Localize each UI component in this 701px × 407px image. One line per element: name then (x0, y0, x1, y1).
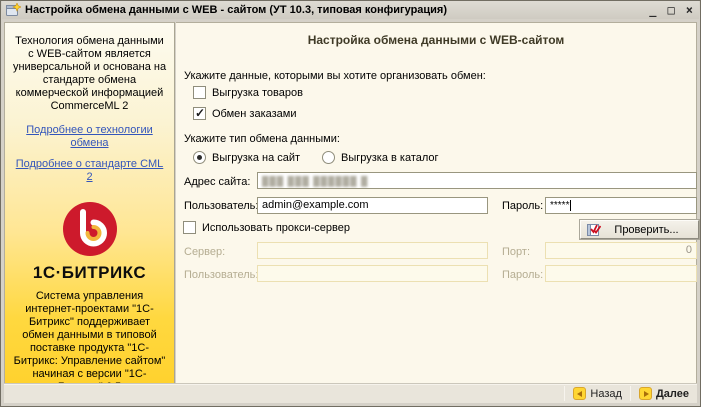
checkbox-icon[interactable] (193, 86, 206, 99)
checkbox-icon[interactable] (183, 221, 196, 234)
wizard-footer: Назад Далее (4, 383, 697, 403)
password-input[interactable]: ***** (545, 197, 697, 214)
proxy-user-label: Пользователь: (184, 269, 258, 281)
back-button-label: Назад (590, 388, 622, 400)
link-cml-standard[interactable]: Подробнее о стандарте CML 2 (12, 158, 167, 184)
arrow-left-icon (573, 387, 586, 400)
check-connection-button[interactable]: Проверить... (580, 220, 699, 239)
check-marks-icon (587, 223, 601, 236)
text-caret (570, 200, 571, 211)
checkbox-use-proxy[interactable]: Использовать прокси-сервер (183, 221, 350, 234)
checkbox-order-exchange[interactable]: Обмен заказами (193, 107, 297, 120)
minimize-icon[interactable]: _ (649, 4, 656, 16)
user-label: Пользователь: (184, 200, 258, 212)
footer-separator (564, 386, 565, 401)
window-title: Настройка обмена данными с WEB - сайтом … (25, 4, 649, 16)
sidebar-intro-text: Технология обмена данными с WEB-сайтом я… (12, 35, 167, 113)
bitrix-logo-icon (61, 200, 119, 258)
proxy-port-label: Порт: (502, 246, 530, 258)
checkbox-label: Использовать прокси-сервер (202, 222, 350, 234)
site-address-input[interactable]: ███ ███ ██████ █ (257, 172, 697, 189)
proxy-server-label: Сервер: (184, 246, 225, 258)
bitrix-logo: 1С·БИТРИКС (12, 200, 167, 279)
exchange-data-label: Укажите данные, которыми вы хотите орган… (184, 70, 486, 82)
radio-icon[interactable] (193, 151, 206, 164)
checkbox-label: Обмен заказами (212, 108, 297, 120)
title-bar[interactable]: Настройка обмена данными с WEB - сайтом … (2, 1, 699, 19)
sidebar-panel: Технология обмена данными с WEB-сайтом я… (4, 22, 175, 385)
page-title: Настройка обмена данными с WEB-сайтом (176, 33, 696, 47)
next-button-label: Далее (656, 388, 689, 400)
maximize-icon[interactable]: □ (668, 4, 675, 16)
checkbox-label: Выгрузка товаров (212, 87, 303, 99)
arrow-right-icon (639, 387, 652, 400)
radio-icon[interactable] (322, 151, 335, 164)
footer-separator (630, 386, 631, 401)
checkbox-icon[interactable] (193, 107, 206, 120)
radio-label: Выгрузка на сайт (212, 152, 300, 164)
sidebar-about-text: Система управления интернет-проектами "1… (12, 290, 167, 385)
proxy-password-label: Пароль: (502, 269, 543, 281)
proxy-port-value: 0 (686, 244, 692, 257)
proxy-port-input: 0 (545, 242, 697, 259)
back-button[interactable]: Назад (570, 386, 625, 401)
proxy-user-input (257, 265, 488, 282)
proxy-server-input (257, 242, 488, 259)
exchange-setup-window: { "window": { "title": "Настройка обмена… (0, 0, 701, 407)
site-address-label: Адрес сайта: (184, 176, 250, 188)
proxy-password-input (545, 265, 697, 282)
radio-label: Выгрузка в каталог (341, 152, 439, 164)
site-address-redacted-value: ███ ███ ██████ █ (262, 176, 368, 186)
main-panel: Настройка обмена данными с WEB-сайтом Ук… (176, 22, 697, 385)
next-button[interactable]: Далее (636, 386, 692, 401)
password-label: Пароль: (502, 200, 543, 212)
exchange-type-label: Укажите тип обмена данными: (184, 133, 340, 145)
close-icon[interactable]: × (686, 4, 693, 16)
user-input[interactable]: admin@example.com (257, 197, 488, 214)
radio-upload-to-site[interactable]: Выгрузка на сайт (193, 151, 300, 164)
radio-upload-to-catalog[interactable]: Выгрузка в каталог (322, 151, 439, 164)
bitrix-logo-text: 1С·БИТРИКС (12, 266, 167, 279)
window-body: Технология обмена данными с WEB-сайтом я… (4, 20, 697, 403)
window-form-icon[interactable] (6, 3, 21, 17)
password-value: ***** (550, 200, 569, 211)
checkbox-upload-goods[interactable]: Выгрузка товаров (193, 86, 303, 99)
link-technology[interactable]: Подробнее о технологии обмена (12, 124, 167, 150)
user-value: admin@example.com (262, 199, 369, 211)
check-button-label: Проверить... (601, 224, 692, 236)
